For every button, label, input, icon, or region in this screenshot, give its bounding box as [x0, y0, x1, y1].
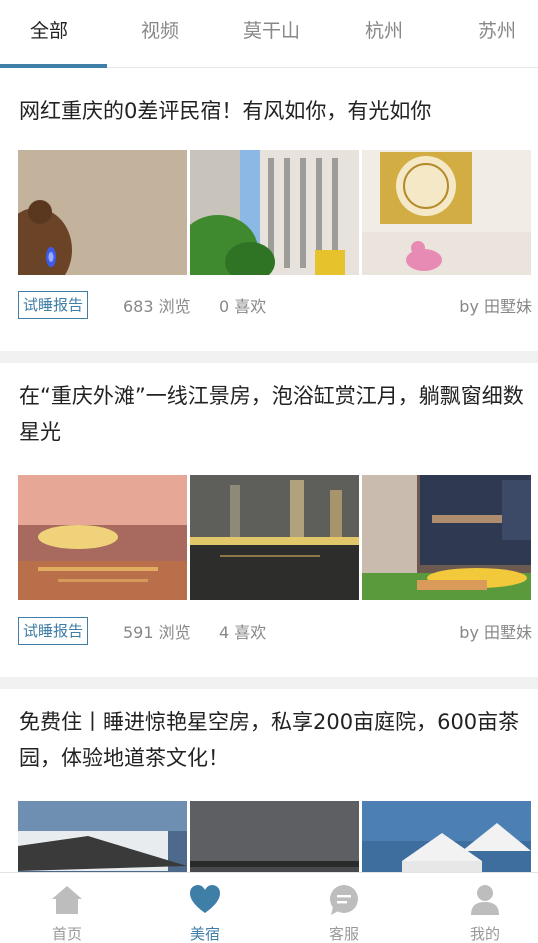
- author-name[interactable]: by 田墅妹: [459, 293, 532, 317]
- tab-suzhou[interactable]: 苏州: [478, 16, 516, 43]
- thumbnail-image[interactable]: [18, 475, 187, 600]
- nav-home[interactable]: 首页: [0, 873, 134, 943]
- article-title[interactable]: 在“重庆外滩”一线江景房，泡浴缸赏江月，躺飘窗细数星光: [19, 378, 524, 450]
- heart-icon: [190, 885, 220, 913]
- nav-service-label: 客服: [328, 925, 359, 943]
- thumbnail-image[interactable]: [190, 475, 359, 600]
- like-count: 4 喜欢: [219, 623, 267, 642]
- thumbnail-image[interactable]: [362, 475, 531, 600]
- bottom-navigation: 首页 美宿 客服 我的: [0, 872, 538, 943]
- category-tag[interactable]: 试睡报告: [18, 291, 89, 319]
- section-divider: [0, 677, 538, 689]
- tab-video[interactable]: 视频: [141, 16, 179, 43]
- article-thumbnails: [18, 150, 531, 275]
- nav-stays-label: 美宿: [189, 925, 220, 943]
- tab-moganshan[interactable]: 莫干山: [243, 16, 300, 43]
- article-card[interactable]: 在“重庆外滩”一线江景房，泡浴缸赏江月，躺飘窗细数星光 试睡报告 591 浏览 …: [0, 363, 538, 677]
- nav-mine[interactable]: 我的: [418, 873, 538, 943]
- user-icon: [471, 885, 499, 915]
- nav-home-label: 首页: [51, 925, 82, 943]
- article-thumbnails: [18, 475, 531, 600]
- article-meta: 试睡报告 591 浏览 4 喜欢 by 田墅妹: [18, 615, 532, 647]
- category-tag[interactable]: 试睡报告: [18, 617, 89, 645]
- chat-icon: [330, 885, 358, 915]
- nav-mine-label: 我的: [469, 925, 500, 943]
- home-icon: [52, 886, 82, 914]
- article-card[interactable]: 网红重庆的0差评民宿！有风如你，有光如你 试睡报告 683 浏览 0 喜欢 by…: [0, 68, 538, 351]
- article-card[interactable]: 免费住丨睡进惊艳星空房，私享200亩庭院，600亩茶园，体验地道茶文化！: [0, 689, 538, 926]
- like-count: 0 喜欢: [219, 297, 267, 316]
- tab-all[interactable]: 全部: [30, 16, 68, 43]
- category-tab-bar: 全部 视频 莫干山 杭州 苏州: [0, 0, 538, 68]
- tab-hangzhou[interactable]: 杭州: [365, 16, 403, 43]
- nav-stays[interactable]: 美宿: [138, 873, 272, 943]
- article-title[interactable]: 免费住丨睡进惊艳星空房，私享200亩庭院，600亩茶园，体验地道茶文化！: [19, 704, 524, 776]
- thumbnail-image[interactable]: [190, 150, 359, 275]
- view-count: 591 浏览: [123, 623, 191, 642]
- view-count: 683 浏览: [123, 297, 191, 316]
- section-divider: [0, 351, 538, 363]
- thumbnail-image[interactable]: [362, 150, 531, 275]
- article-meta: 试睡报告 683 浏览 0 喜欢 by 田墅妹: [18, 289, 532, 321]
- article-title[interactable]: 网红重庆的0差评民宿！有风如你，有光如你: [19, 93, 524, 129]
- thumbnail-image[interactable]: [18, 150, 187, 275]
- nav-service[interactable]: 客服: [277, 873, 411, 943]
- author-name[interactable]: by 田墅妹: [459, 619, 532, 643]
